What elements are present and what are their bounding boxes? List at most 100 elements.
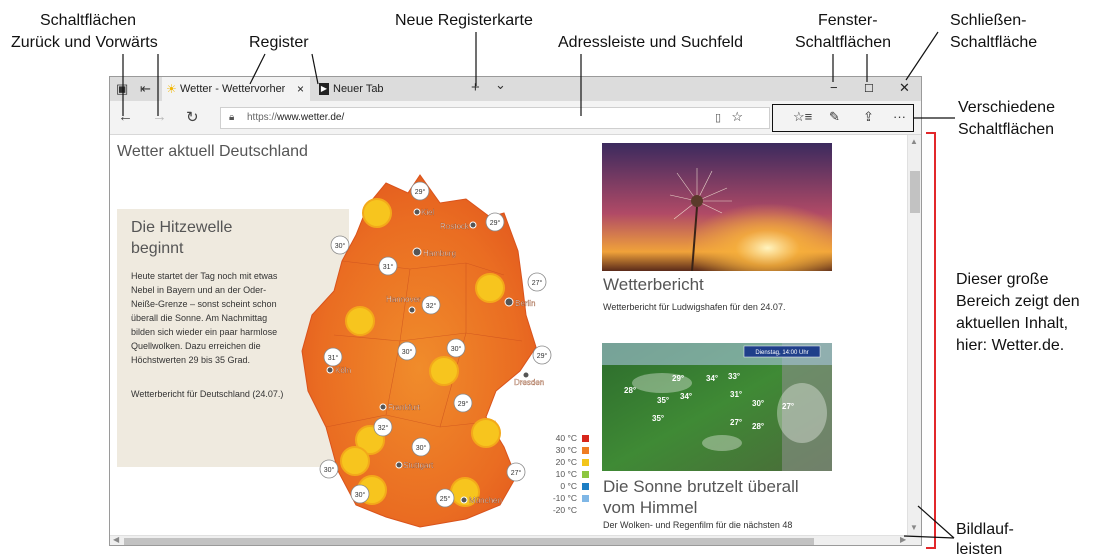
temp-label: 30° xyxy=(402,348,413,356)
temp-label: 29° xyxy=(490,219,501,227)
news-headline[interactable]: Die Hitzewelle beginnt xyxy=(131,217,271,259)
favorite-star-icon[interactable]: ☆ xyxy=(731,107,743,127)
annotation-scrollbars-2: leisten xyxy=(956,541,1003,558)
radar-temp: 35° xyxy=(657,396,669,405)
toolbar-highlight-box xyxy=(772,104,914,132)
legend-item: -10 °C xyxy=(551,492,591,504)
news-body: Heute startet der Tag noch mit etwas Neb… xyxy=(131,271,278,365)
annotation-back-forward-1: Schaltflächen xyxy=(40,12,137,29)
vertical-scrollbar[interactable]: ▲ ▼ xyxy=(907,135,921,535)
annotation-various-2: Schaltflächen xyxy=(958,121,1055,138)
city-marker xyxy=(460,496,468,504)
annotation-register: Register xyxy=(249,34,309,51)
scroll-right-icon[interactable]: ▶ xyxy=(900,535,906,544)
forward-button[interactable]: → xyxy=(152,108,167,125)
annotation-close-1: Schließen- xyxy=(950,12,1027,29)
annotation-content-4: hier: Wetter.de. xyxy=(956,337,1065,354)
annotation-window-buttons-1: Fenster- xyxy=(818,12,878,29)
annotation-back-forward-2: Zurück und Vorwärts xyxy=(11,34,158,51)
close-tab-icon[interactable]: × xyxy=(297,77,304,101)
lock-icon: 🔒︎ xyxy=(229,112,235,123)
radar-temp: 34° xyxy=(680,392,692,401)
city-marker xyxy=(379,403,387,411)
temp-label: 30° xyxy=(324,466,335,474)
city-marker xyxy=(408,306,416,314)
temp-label: 29° xyxy=(458,400,469,408)
sun-icon xyxy=(362,198,392,228)
card-title[interactable]: Wetterbericht xyxy=(603,275,704,295)
vertical-scroll-thumb[interactable] xyxy=(910,171,920,213)
refresh-button[interactable]: ↻ xyxy=(186,108,199,126)
city-marker xyxy=(326,366,334,374)
page-title: Wetter aktuell Deutschland xyxy=(117,143,308,160)
city-marker xyxy=(413,208,421,216)
card-title[interactable]: Die Sonne brutzelt überall vom Himmel xyxy=(603,476,833,518)
legend-item: 30 °C xyxy=(551,444,591,456)
page-icon: ▶ xyxy=(319,83,329,95)
scroll-left-icon[interactable]: ◀ xyxy=(113,535,119,544)
temp-label: 31° xyxy=(328,354,339,362)
weather-radar-image[interactable]: Dienstag, 14:00 Uhr 29° 34° 33° 28° 35° … xyxy=(602,343,832,471)
legend-item: -20 °C xyxy=(552,505,577,515)
temp-label: 29° xyxy=(537,352,548,360)
horizontal-scroll-thumb[interactable] xyxy=(124,538,814,545)
radar-temp: 31° xyxy=(730,390,742,399)
dandelion-sunset-image[interactable] xyxy=(602,143,832,271)
maximize-button[interactable]: ☐ xyxy=(864,82,874,95)
new-tab-button[interactable]: + xyxy=(471,79,480,96)
legend-item: 20 °C xyxy=(551,456,591,468)
annotation-content-1: Dieser große xyxy=(956,271,1049,288)
city-marker xyxy=(395,461,403,469)
scroll-up-icon[interactable]: ▲ xyxy=(910,137,918,146)
annotation-content-3: aktuellen Inhalt, xyxy=(956,315,1069,332)
annotation-content-2: Bereich zeigt den xyxy=(956,293,1080,310)
set-aside-tabs-icon[interactable]: ⇤ xyxy=(140,81,151,97)
temp-label: 30° xyxy=(335,242,346,250)
temp-label: 30° xyxy=(416,444,427,452)
city-marker xyxy=(469,221,477,229)
tab-title: Neuer Tab xyxy=(333,83,384,95)
sun-icon xyxy=(475,273,505,303)
temp-label: 32° xyxy=(378,424,389,432)
tab-list-icon[interactable]: ▣ xyxy=(116,81,128,97)
legend-item: 40 °C xyxy=(551,432,591,444)
tab-title: Wetter - Wettervorhersage xyxy=(180,83,285,95)
news-link[interactable]: Wetterbericht für Deutschland (24.07.) xyxy=(131,387,286,401)
horizontal-scrollbar[interactable]: ◀ ▶ xyxy=(110,535,921,545)
temp-label: 27° xyxy=(511,469,522,477)
city-marker xyxy=(504,297,514,307)
card-subtitle: Der Wolken- und Regenfilm für die nächst… xyxy=(603,520,793,530)
temp-label: 25° xyxy=(440,495,451,503)
temp-label: 29° xyxy=(415,188,426,196)
page-content: Wetter aktuell Deutschland Die Hitzewell… xyxy=(110,135,907,535)
browser-window: ▣ ⇤ ☀ Wetter - Wettervorhersage × ▶ Neue… xyxy=(109,76,922,546)
city-label: München xyxy=(469,496,502,505)
reading-view-icon[interactable]: ▯ xyxy=(715,108,721,128)
card-subtitle: Wetterbericht für Ludwigshafen für den 2… xyxy=(603,302,786,312)
temperature-legend: 40 °C 30 °C 20 °C 10 °C 0 °C -10 °C -20 … xyxy=(551,432,591,516)
city-marker xyxy=(412,247,422,257)
city-label: Köln xyxy=(335,366,351,375)
close-window-button[interactable]: ✕ xyxy=(899,80,910,96)
tab-new[interactable]: ▶ Neuer Tab xyxy=(315,77,463,101)
annotation-close-2: Schaltfläche xyxy=(950,34,1038,51)
tab-preview-chevron-icon[interactable]: ⌄ xyxy=(495,77,506,93)
germany-weather-map[interactable]: Kiel Rostock Hamburg Berlin Hannover Köl… xyxy=(290,165,590,535)
address-bar[interactable]: 🔒︎ https://www.wetter.de/ ▯ ☆ xyxy=(220,107,770,129)
temp-label: 30° xyxy=(355,491,366,499)
city-label: Hannover xyxy=(386,295,421,304)
minimize-button[interactable]: − xyxy=(830,80,838,95)
tab-weather[interactable]: ☀ Wetter - Wettervorhersage × xyxy=(162,77,310,101)
radar-temp: 33° xyxy=(728,372,740,381)
sun-icon xyxy=(429,356,459,386)
city-label: Kiel xyxy=(421,208,435,217)
radar-temp: 30° xyxy=(752,399,764,408)
back-button[interactable]: ← xyxy=(118,108,133,125)
url-prefix: https:// xyxy=(247,112,278,123)
scroll-down-icon[interactable]: ▼ xyxy=(910,523,918,532)
radar-temp: 28° xyxy=(624,386,636,395)
tab-bar: ▣ ⇤ ☀ Wetter - Wettervorhersage × ▶ Neue… xyxy=(110,77,921,101)
radar-badge: Dienstag, 14:00 Uhr xyxy=(755,350,808,356)
legend-item: 10 °C xyxy=(551,468,591,480)
temp-label: 30° xyxy=(451,345,462,353)
